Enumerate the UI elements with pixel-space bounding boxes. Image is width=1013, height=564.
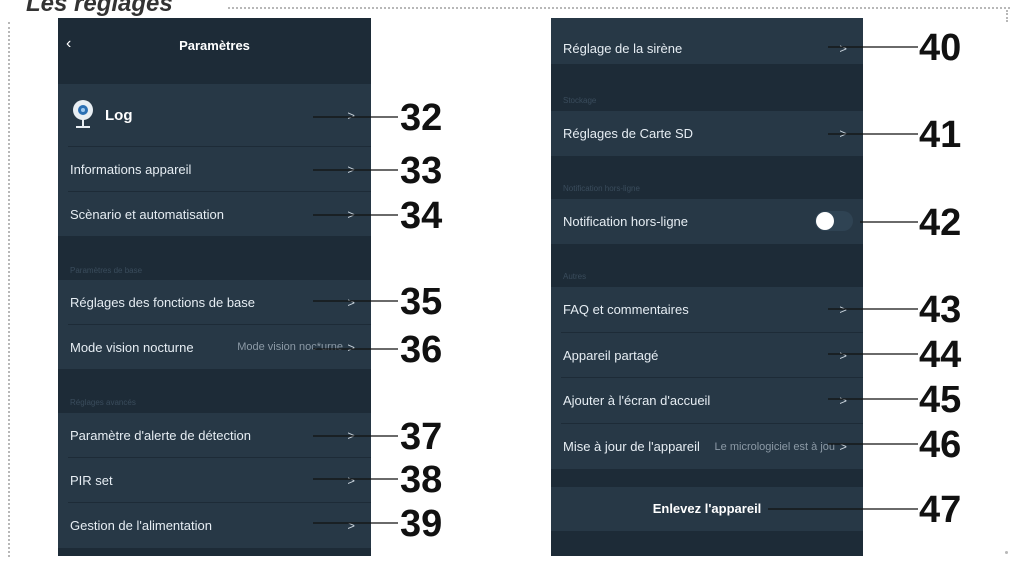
callout-43: 43: [919, 289, 962, 331]
callout-42: 42: [919, 202, 962, 244]
callout-40: 40: [919, 27, 962, 69]
callout-46: 46: [919, 424, 962, 466]
callout-39: 39: [400, 503, 443, 545]
callout-45: 45: [919, 379, 962, 421]
callout-44: 44: [919, 334, 962, 376]
callout-32: 32: [400, 97, 443, 139]
callout-41: 41: [919, 114, 962, 156]
callout-33: 33: [400, 150, 443, 192]
callout-47: 47: [919, 489, 962, 531]
callout-34: 34: [400, 195, 443, 237]
callout-36: 36: [400, 329, 443, 371]
callout-leaders: [313, 46, 918, 524]
callout-38: 38: [400, 459, 443, 501]
callout-35: 35: [400, 281, 443, 323]
callout-37: 37: [400, 416, 443, 458]
